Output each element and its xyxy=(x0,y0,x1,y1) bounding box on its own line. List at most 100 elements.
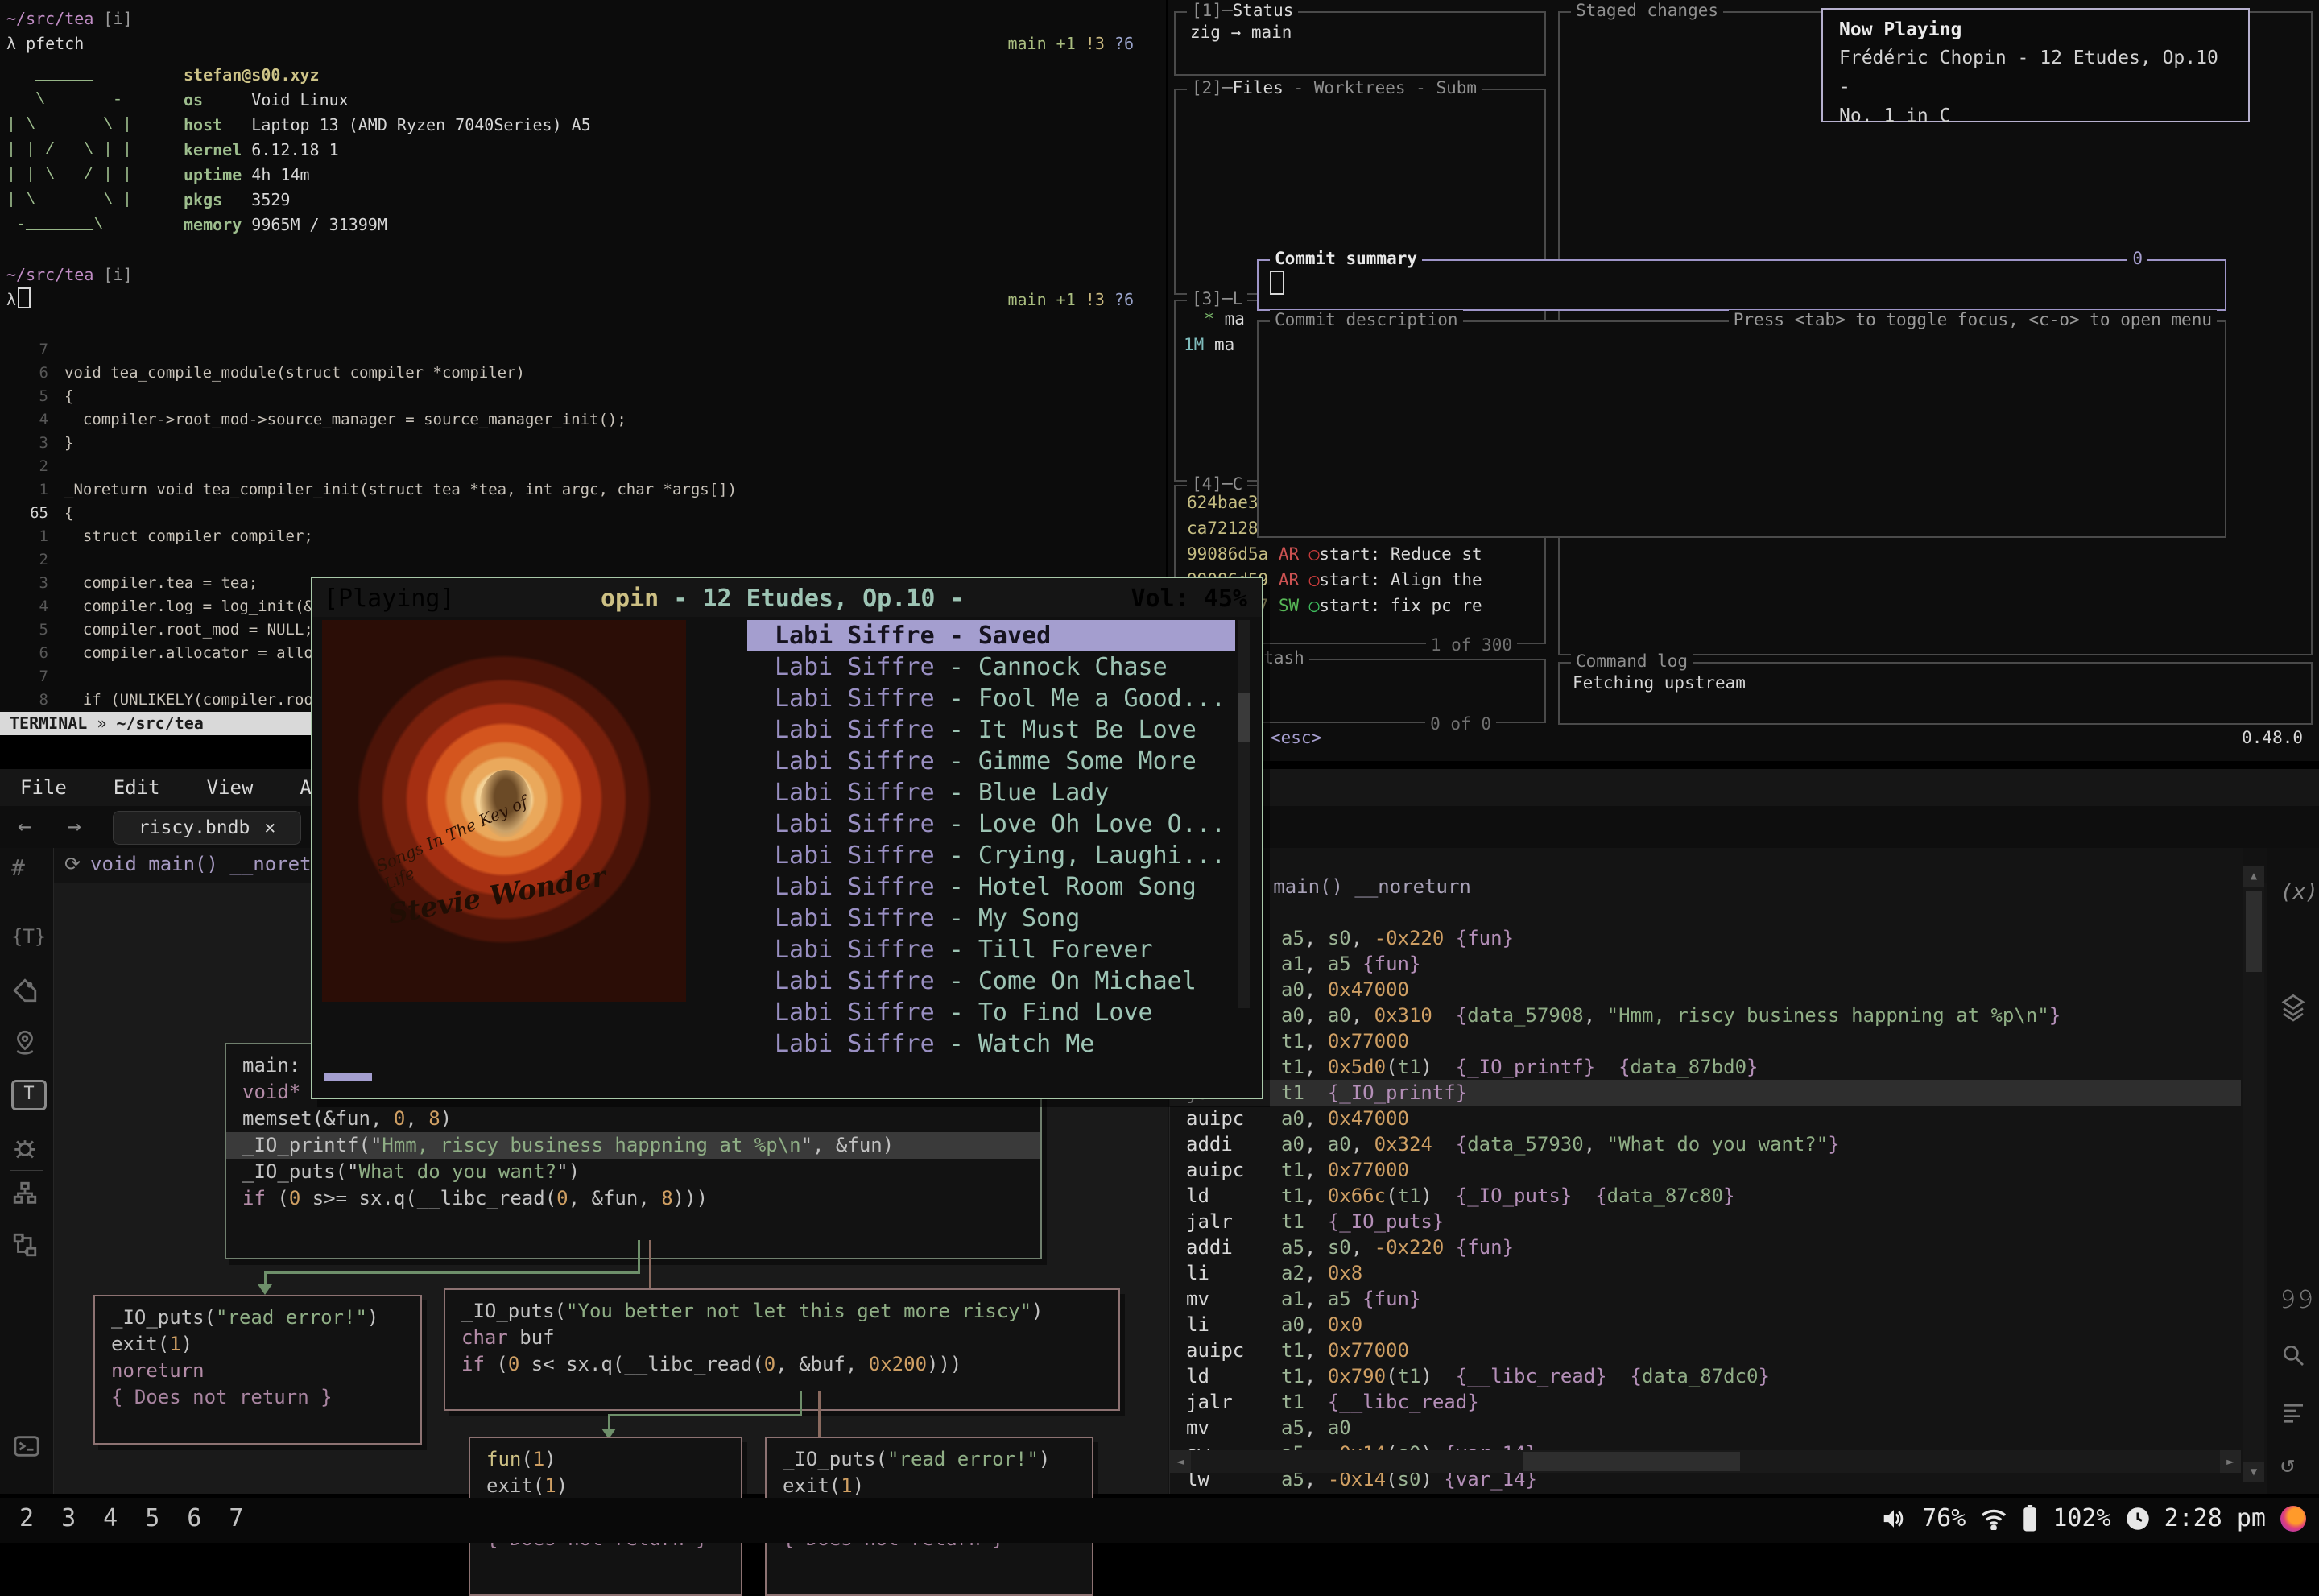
workspace-button[interactable]: 3 xyxy=(61,1504,76,1532)
playlist-item[interactable]: Labi Siffre - Come On Michael xyxy=(747,965,1235,997)
playlist-scrollbar[interactable] xyxy=(1238,620,1250,1008)
horizontal-scrollbar-thumb[interactable] xyxy=(1523,1452,1740,1471)
playlist-item[interactable]: Labi Siffre - Gimme Some More xyxy=(747,746,1235,777)
scroll-left-arrow[interactable]: ◄ xyxy=(1170,1450,1191,1473)
comments-icon[interactable]: 𝟿𝟿 xyxy=(2279,1283,2314,1315)
location-pin-icon[interactable] xyxy=(11,1028,39,1056)
scroll-up-arrow[interactable]: ▲ xyxy=(2243,866,2264,887)
variables-icon[interactable]: (x) xyxy=(2280,880,2318,904)
workspace-button[interactable]: 5 xyxy=(145,1504,159,1532)
player-state-badge: [Playing] xyxy=(324,585,455,613)
tag-icon[interactable] xyxy=(11,977,39,1004)
cross-references-icon[interactable] xyxy=(11,1231,39,1259)
menu-item[interactable]: View xyxy=(207,776,254,799)
disasm-line[interactable]: auipct1, 0x77000 xyxy=(1170,1028,2241,1054)
search-icon[interactable] xyxy=(2280,1342,2306,1368)
bug-icon[interactable] xyxy=(11,1135,39,1162)
lambda-prompt: λ xyxy=(6,287,16,312)
terminal-tab-bar[interactable]: TERMINAL » ~/src/tea xyxy=(0,712,320,735)
playlist-item[interactable]: Labi Siffre - It Must Be Love xyxy=(747,714,1235,746)
scroll-right-arrow[interactable]: ► xyxy=(2220,1450,2241,1473)
workspace-button[interactable]: 7 xyxy=(229,1504,243,1532)
graph-node-read-error[interactable]: _IO_puts("read error!")exit(1)noreturn{ … xyxy=(93,1295,422,1445)
graph-node-line: exit(1) xyxy=(470,1473,741,1499)
music-player-window[interactable]: [Playing] opin - 12 Etudes, Op.10 - Vol:… xyxy=(311,577,1263,1099)
disasm-line[interactable]: jalrt1 {_IO_puts} xyxy=(1170,1209,2241,1234)
git-commit-item[interactable]: 99086d5a AR ◯start: Reduce st xyxy=(1187,541,1533,567)
types-icon[interactable]: {T} xyxy=(11,925,46,948)
history-icon[interactable]: ↺ xyxy=(2280,1450,2295,1478)
disasm-line[interactable]: addia5, s0, -0x220 {fun} xyxy=(1170,925,2241,951)
volume-icon[interactable] xyxy=(1880,1507,1908,1531)
playlist-item[interactable]: Labi Siffre - Hotel Room Song xyxy=(747,871,1235,903)
playlist-scrollbar-thumb[interactable] xyxy=(1238,693,1250,742)
nav-back-icon[interactable]: ← xyxy=(18,812,31,839)
vertical-scrollbar-thumb[interactable] xyxy=(2246,891,2262,972)
now-playing-notification[interactable]: Now Playing Frédéric Chopin - 12 Etudes,… xyxy=(1821,8,2250,122)
graph-node-line: memset(&fun, 0, 8) xyxy=(226,1106,1040,1132)
menu-item[interactable]: Edit xyxy=(114,776,160,799)
playback-progress-bar[interactable] xyxy=(324,1073,372,1081)
tab-close-icon[interactable]: ✕ xyxy=(264,817,275,838)
disasm-line[interactable]: auipca0, 0x47000 xyxy=(1170,1106,2241,1131)
menu-item[interactable]: File xyxy=(20,776,67,799)
workspace-button[interactable]: 2 xyxy=(19,1504,34,1532)
horizontal-scrollbar[interactable]: ◄ ► xyxy=(1170,1450,2241,1473)
graph-node-riscy[interactable]: _IO_puts("You better not let this get mo… xyxy=(444,1288,1120,1411)
avatar[interactable] xyxy=(2280,1506,2306,1532)
disasm-line[interactable]: jalrt1 {__libc_read} xyxy=(1170,1389,2241,1415)
playlist-item[interactable]: Labi Siffre - Saved xyxy=(747,620,1235,651)
battery-icon[interactable] xyxy=(2022,1505,2038,1532)
disasm-line[interactable]: addia0, a0, 0x324 {data_57930, "What do … xyxy=(1170,1131,2241,1157)
playlist-item[interactable]: Labi Siffre - Watch Me xyxy=(747,1028,1235,1060)
current-function-signature[interactable]: void main() __noreturn xyxy=(90,853,346,875)
disasm-line[interactable]: auipct1, 0x77000 xyxy=(1170,1157,2241,1183)
disasm-line[interactable]: lia2, 0x8 xyxy=(1170,1260,2241,1286)
playlist-item[interactable]: Labi Siffre - To Find Love xyxy=(747,997,1235,1028)
disasm-line[interactable]: mva1, a5 {fun} xyxy=(1170,1286,2241,1312)
refresh-icon[interactable]: ⟳ xyxy=(64,853,81,875)
stack-layers-icon[interactable] xyxy=(2280,993,2306,1022)
disasm-line[interactable]: lia0, 0x0 xyxy=(1170,1312,2241,1338)
workspace-switcher: 234567 xyxy=(19,1504,243,1532)
text-view-icon-active[interactable]: T xyxy=(11,1080,47,1110)
disasm-line[interactable]: ldt1, 0x66c(t1) {_IO_puts} {data_87c80} xyxy=(1170,1183,2241,1209)
workspace-button[interactable]: 6 xyxy=(187,1504,201,1532)
commit-summary-title: Commit summary xyxy=(1270,249,1422,268)
commit-description-popup[interactable]: Commit description Press <tab> to toggle… xyxy=(1257,320,2226,538)
playlist-item[interactable]: Labi Siffre - Crying, Laughi... xyxy=(747,840,1235,871)
scroll-down-arrow[interactable]: ▼ xyxy=(2243,1462,2264,1482)
wifi-icon[interactable] xyxy=(1980,1507,2007,1530)
disasm-line[interactable]: addia5, s0, -0x220 {fun} xyxy=(1170,1234,2241,1260)
graph-node-line: noreturn xyxy=(95,1358,420,1384)
commit-description-title: Commit description xyxy=(1270,310,1463,329)
vertical-scrollbar[interactable]: ▲ ▼ xyxy=(2243,866,2264,1482)
log-lines-icon[interactable] xyxy=(2280,1402,2306,1426)
playlist-item[interactable]: Labi Siffre - Blue Lady xyxy=(747,777,1235,808)
disasm-line[interactable]: auipca0, 0x47000 xyxy=(1170,977,2241,1003)
git-status-panel[interactable]: [1]─Status zig → main xyxy=(1174,11,1546,76)
playlist-item[interactable]: Labi Siffre - Cannock Chase xyxy=(747,651,1235,683)
disasm-line[interactable]: mva5, a0 xyxy=(1170,1415,2241,1441)
playlist-item[interactable]: Labi Siffre - Love Oh Love O... xyxy=(747,808,1235,840)
linear-disassembly-pane[interactable]: void main() __noreturn addia5, s0, -0x22… xyxy=(1169,848,2243,1494)
terminal-panel-icon[interactable] xyxy=(11,1433,42,1460)
disasm-line[interactable]: jalrt1 {_IO_printf} xyxy=(1170,1080,2241,1106)
sidebar-divider xyxy=(10,1170,43,1171)
nav-forward-icon[interactable]: → xyxy=(68,812,81,839)
disasm-line[interactable]: ldt1, 0x790(t1) {__libc_read} {data_87dc… xyxy=(1170,1363,2241,1389)
commit-summary-popup[interactable]: Commit summary 0 xyxy=(1257,259,2226,311)
workspace-button[interactable]: 4 xyxy=(103,1504,118,1532)
playlist-item[interactable]: Labi Siffre - Fool Me a Good... xyxy=(747,683,1235,714)
playlist-item[interactable]: Labi Siffre - Till Forever xyxy=(747,934,1235,965)
prompt-cursor-line[interactable]: λ xyxy=(6,287,31,312)
disasm-line[interactable]: auipct1, 0x77000 xyxy=(1170,1338,2241,1363)
tab-riscy-bndb[interactable]: riscy.bndb ✕ xyxy=(113,811,301,845)
lazygit-window[interactable]: [1]─Status zig → main [2]─Files - Worktr… xyxy=(1168,0,2319,761)
disasm-line[interactable]: addia0, a0, 0x310 {data_57908, "Hmm, ris… xyxy=(1170,1003,2241,1028)
disasm-line[interactable]: mva1, a5 {fun} xyxy=(1170,951,2241,977)
hashtag-icon[interactable]: # xyxy=(11,854,25,881)
playlist-item[interactable]: Labi Siffre - My Song xyxy=(747,903,1235,934)
disasm-line[interactable]: ldt1, 0x5d0(t1) {_IO_printf} {data_87bd0… xyxy=(1170,1054,2241,1080)
hierarchy-icon[interactable] xyxy=(11,1180,39,1207)
